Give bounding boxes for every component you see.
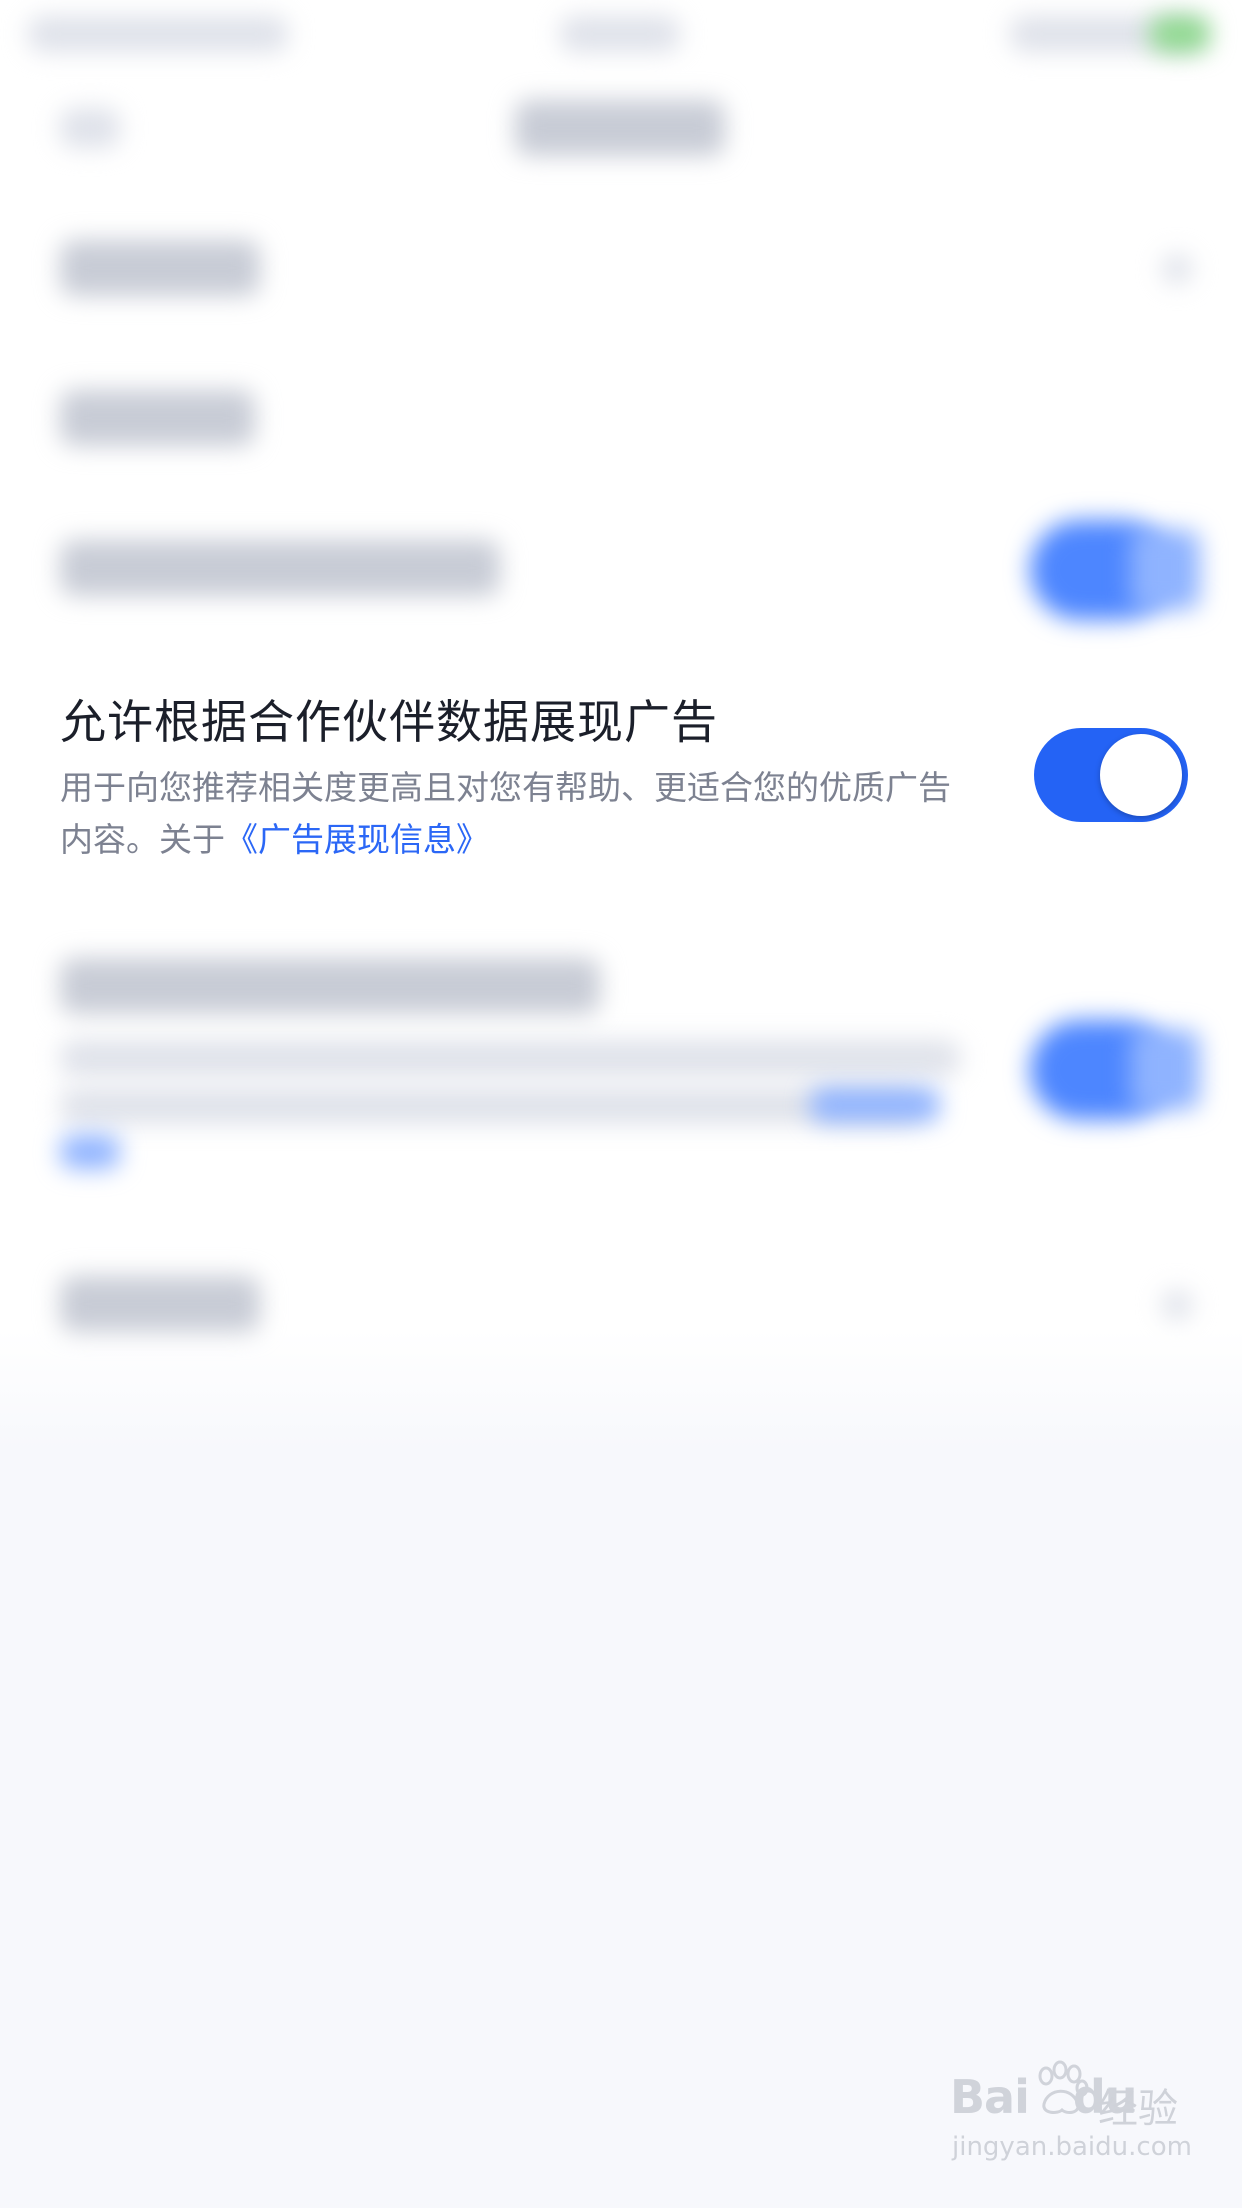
setting-title: 允许根据合作伙伴数据展现广告	[60, 695, 718, 749]
settings-row-6-blurred[interactable]	[60, 1276, 260, 1332]
chevron-right-icon	[1162, 1290, 1192, 1320]
setting-description-text: 用于向您推荐相关度更高且对您有帮助、更适合您的优质广告内容。关于	[60, 768, 951, 859]
watermark-chinese: 经验	[1098, 2086, 1178, 2132]
back-button-blurred[interactable]	[60, 108, 120, 148]
status-bar-left-blurred	[28, 16, 288, 52]
setting-description: 用于向您推荐相关度更高且对您有帮助、更适合您的优质广告内容。关于《广告展现信息》	[60, 762, 980, 866]
settings-row-3-toggle-knob-blurred	[1130, 530, 1200, 610]
toggle-knob	[1100, 734, 1182, 816]
settings-row-5-link-blurred[interactable]	[810, 1088, 940, 1122]
page-title-blurred	[515, 100, 725, 156]
settings-row-5-desc-line1-blurred	[60, 1040, 960, 1076]
settings-row-5-link2-blurred[interactable]	[60, 1135, 120, 1169]
watermark-url: jingyan.baidu.com	[952, 2132, 1192, 2162]
baidu-jingyan-watermark: Bai du 经验 jingyan.baidu.com	[950, 2060, 1192, 2180]
status-bar-time-blurred	[560, 16, 680, 52]
partner-ads-toggle[interactable]	[1034, 728, 1188, 822]
settings-row-3-blurred	[60, 540, 500, 596]
settings-row-1-blurred[interactable]	[60, 240, 260, 296]
paw-icon	[1038, 2060, 1089, 2114]
battery-icon	[1150, 16, 1210, 52]
settings-row-5-desc-line2-blurred	[60, 1088, 920, 1124]
card-fade	[0, 1330, 1242, 1450]
settings-row-5-title-blurred	[60, 958, 600, 1014]
chevron-right-icon	[1162, 254, 1192, 284]
ad-info-link[interactable]: 《广告展现信息》	[225, 820, 489, 859]
settings-row-2-blurred[interactable]	[60, 390, 255, 446]
settings-row-5-toggle-knob-blurred	[1130, 1030, 1200, 1110]
